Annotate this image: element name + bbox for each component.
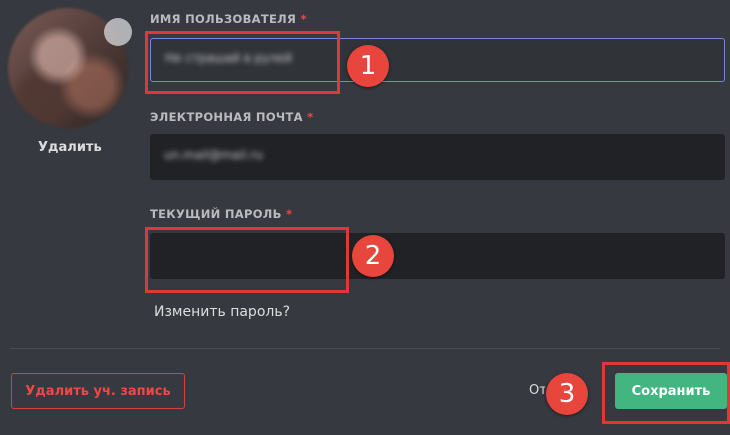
step-marker-2: 2 [352, 235, 394, 277]
avatar-edit-icon[interactable] [104, 18, 132, 46]
change-password-link[interactable]: Изменить пароль? [154, 304, 290, 320]
password-label-text: ТЕКУЩИЙ ПАРОЛЬ [150, 207, 282, 221]
divider [10, 348, 720, 349]
step-marker-1: 1 [347, 45, 389, 87]
delete-account-button[interactable]: Удалить уч. запись [11, 373, 185, 409]
highlight-box-username [145, 31, 340, 94]
cancel-button[interactable]: Отмена [529, 383, 545, 398]
required-marker: * [300, 12, 307, 26]
email-input[interactable]: un.mail@mail.ru [150, 134, 725, 180]
highlight-box-save [602, 362, 730, 424]
highlight-box-password [145, 227, 349, 293]
remove-avatar-link[interactable]: Удалить [38, 140, 102, 155]
password-label: ТЕКУЩИЙ ПАРОЛЬ * [150, 207, 292, 221]
step-marker-3: 3 [546, 373, 588, 415]
email-label-text: ЭЛЕКТРОННАЯ ПОЧТА [150, 110, 303, 124]
username-label: ИМЯ ПОЛЬЗОВАТЕЛЯ * [150, 12, 307, 26]
username-label-text: ИМЯ ПОЛЬЗОВАТЕЛЯ [150, 12, 297, 26]
required-marker: * [307, 110, 314, 124]
email-value: un.mail@mail.ru [164, 148, 263, 162]
email-label: ЭЛЕКТРОННАЯ ПОЧТА * [150, 110, 313, 124]
avatar[interactable] [8, 8, 132, 130]
required-marker: * [286, 207, 293, 221]
